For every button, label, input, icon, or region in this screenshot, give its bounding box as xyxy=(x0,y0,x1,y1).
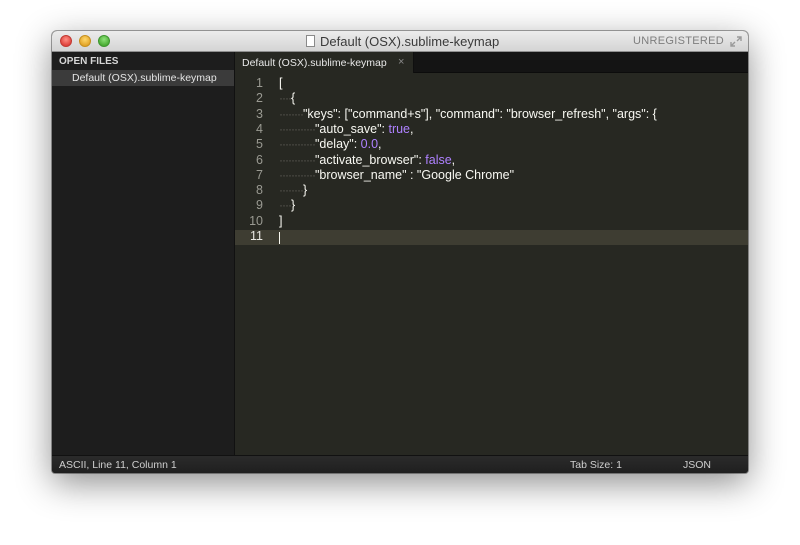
sublime-window: Default (OSX).sublime-keymap UNREGISTERE… xyxy=(52,31,748,473)
code-line: ········} xyxy=(279,183,307,197)
code-line: ············"auto_save": true, xyxy=(279,122,414,136)
line-number-gutter: 1 2 3 4 5 6 7 8 9 10 11 xyxy=(235,73,279,455)
code-token: } xyxy=(302,183,308,198)
close-tab-icon[interactable]: × xyxy=(398,56,404,68)
tab-label: Default (OSX).sublime-keymap xyxy=(242,57,387,69)
code-token: "delay": xyxy=(314,137,361,152)
tab-keymap[interactable]: Default (OSX).sublime-keymap × xyxy=(235,52,414,73)
sidebar-open-file[interactable]: Default (OSX).sublime-keymap xyxy=(52,70,234,86)
code-token: { xyxy=(290,91,296,106)
code-token-kw: false xyxy=(425,152,452,167)
code-line: [ xyxy=(279,76,282,90)
line-number: 11 xyxy=(250,229,263,243)
sidebar-header: OPEN FILES xyxy=(59,56,119,67)
syntax-selector[interactable]: JSON xyxy=(683,459,711,471)
line-number: 2 xyxy=(256,91,263,106)
code-token-kw: true xyxy=(388,121,411,136)
license-status: UNREGISTERED xyxy=(633,35,724,47)
code-token-num: 0.0 xyxy=(360,137,379,152)
indent-guide: ········ xyxy=(279,183,304,198)
code-token: [ xyxy=(279,76,283,90)
status-bar: ASCII, Line 11, Column 1 Tab Size: 1 JSO… xyxy=(52,455,748,473)
code-line: ····} xyxy=(279,198,295,212)
indent-guide: ············ xyxy=(279,121,316,136)
line-number: 9 xyxy=(256,198,263,213)
code-line: ····{ xyxy=(279,91,295,105)
code-token: , xyxy=(410,121,414,136)
code-line: ········"keys": ["command+s"], "command"… xyxy=(279,107,657,121)
code-token: "browser_name" : "Google Chrome" xyxy=(314,167,515,182)
code-token: } xyxy=(290,198,296,213)
indent-guide: ········ xyxy=(279,106,304,121)
line-number: 7 xyxy=(256,167,263,182)
code-line: ············"delay": 0.0, xyxy=(279,137,382,151)
title-bar[interactable]: Default (OSX).sublime-keymap UNREGISTERE… xyxy=(52,31,748,52)
line-number: 10 xyxy=(249,213,263,228)
tab-size-selector[interactable]: Tab Size: 1 xyxy=(570,459,622,471)
code-line: ············"activate_browser": false, xyxy=(279,153,455,167)
indent-guide: ···· xyxy=(279,91,292,106)
document-icon xyxy=(306,35,315,47)
line-number: 3 xyxy=(256,106,263,121)
sidebar-file-label: Default (OSX).sublime-keymap xyxy=(72,72,217,84)
indent-guide: ···· xyxy=(279,198,292,213)
line-number: 5 xyxy=(256,137,263,152)
code-token: , xyxy=(451,152,456,167)
code-token: ] xyxy=(279,213,283,228)
code-token: "keys": ["command+s"], "command": "brows… xyxy=(302,106,657,121)
code-token: "auto_save": xyxy=(314,121,389,136)
indent-guide: ············ xyxy=(279,137,316,152)
text-cursor xyxy=(279,232,280,244)
fullscreen-icon[interactable] xyxy=(730,36,742,47)
zoom-window-icon[interactable] xyxy=(98,35,110,47)
code-line: ] xyxy=(279,214,282,228)
current-line-highlight xyxy=(235,230,748,245)
line-number: 1 xyxy=(256,76,263,90)
line-number: 4 xyxy=(256,121,263,136)
indent-guide: ············ xyxy=(279,152,316,167)
code-token: , xyxy=(378,137,382,152)
code-editor[interactable]: 1 2 3 4 5 6 7 8 9 10 11 [····{········"keys": ["co… xyxy=(235,73,748,455)
cursor-position-status: ASCII, Line 11, Column 1 xyxy=(59,459,177,471)
sidebar: OPEN FILES Default (OSX).sublime-keymap xyxy=(52,52,235,455)
tab-bar: Default (OSX).sublime-keymap × xyxy=(235,52,748,73)
close-window-icon[interactable] xyxy=(60,35,72,47)
line-number: 6 xyxy=(256,152,263,167)
line-number: 8 xyxy=(256,183,263,198)
code-token: "activate_browser": xyxy=(314,152,426,167)
window-title: Default (OSX).sublime-keymap xyxy=(320,34,500,49)
indent-guide: ············ xyxy=(279,167,316,182)
minimize-window-icon[interactable] xyxy=(79,35,91,47)
code-line: ············"browser_name" : "Google Chr… xyxy=(279,168,514,182)
